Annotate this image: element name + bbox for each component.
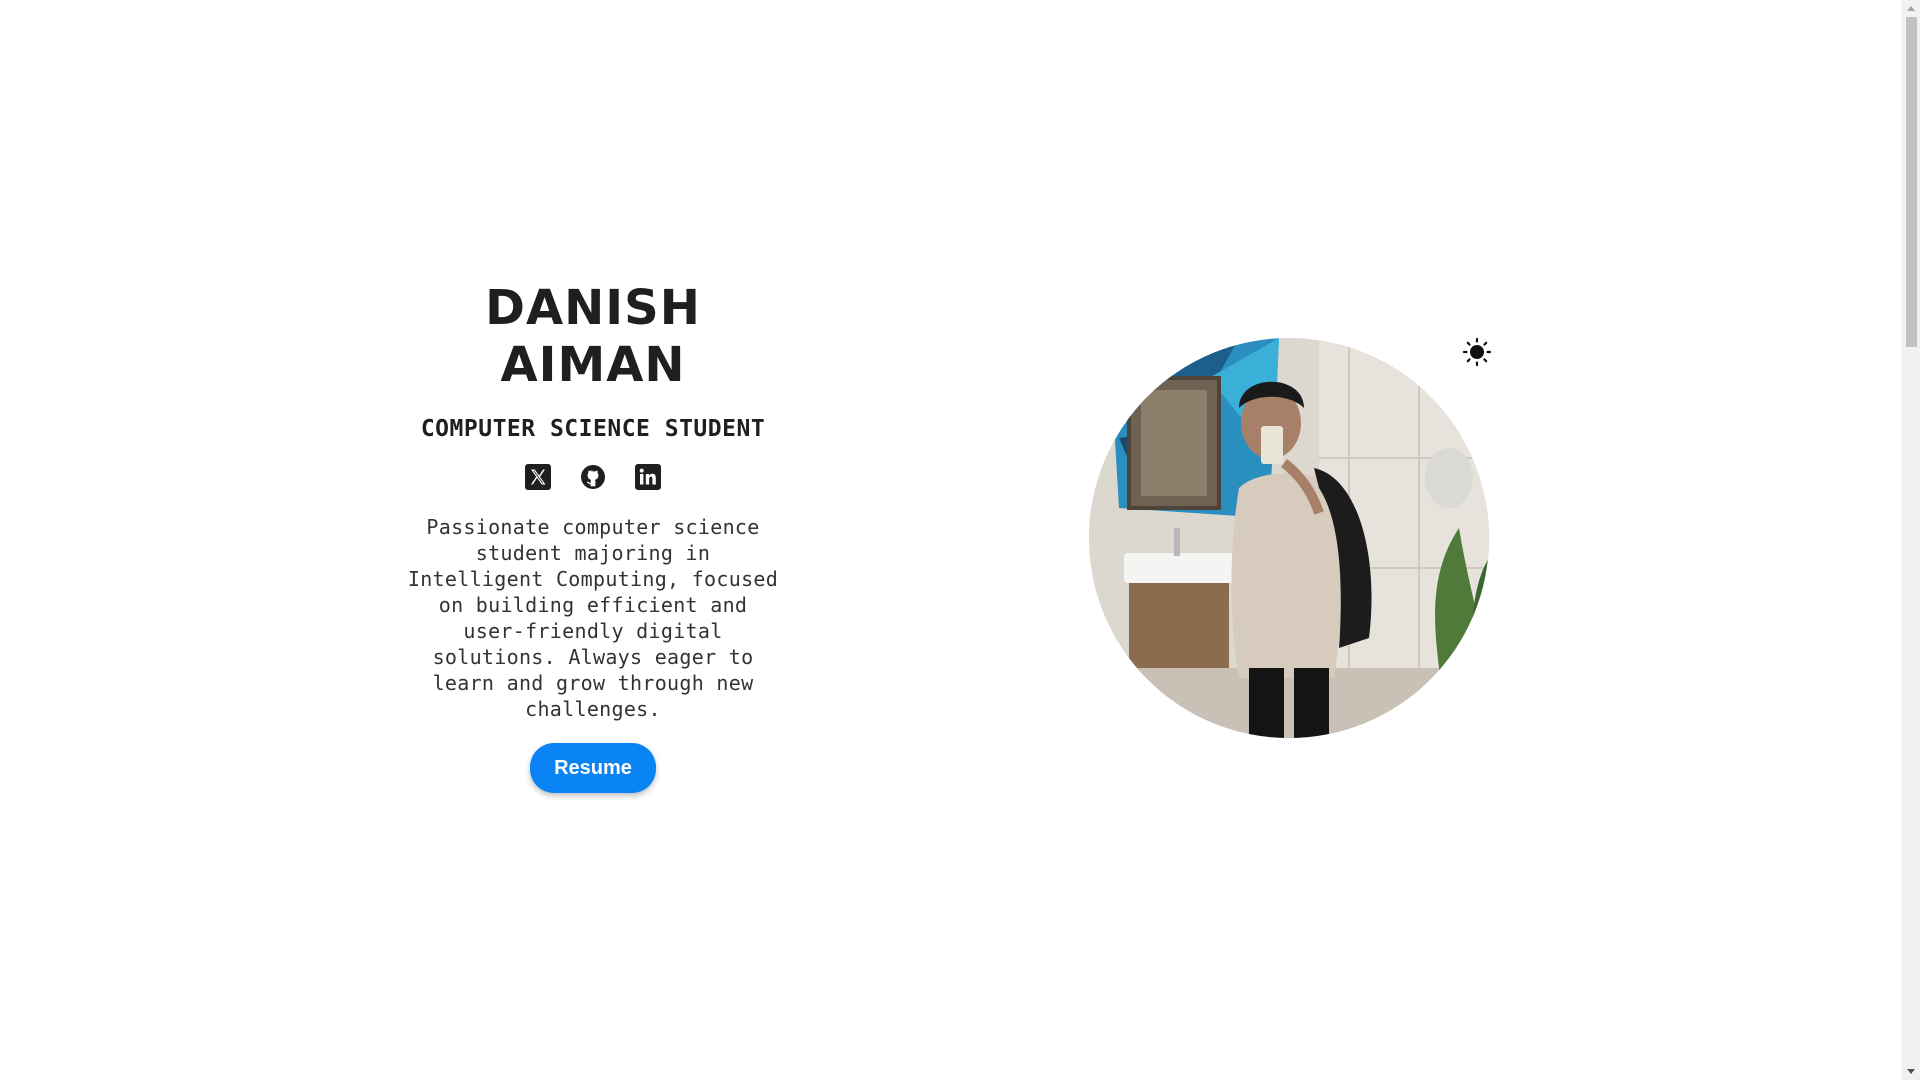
github-icon [580,464,606,490]
sun-icon [1462,337,1492,367]
resume-button[interactable]: Resume [530,743,656,793]
vertical-scrollbar[interactable] [1902,0,1920,1080]
scroll-up-icon[interactable] [1907,6,1915,11]
page: DANISH AIMAN COMPUTER SCIENCE STUDENT Pa… [0,0,1920,1080]
linkedin-link[interactable] [635,464,661,490]
x-twitter-link[interactable] [525,464,551,490]
scroll-thumb[interactable] [1906,17,1917,347]
theme-toggle-button[interactable] [1462,337,1492,367]
scroll-down-icon[interactable] [1907,1069,1915,1074]
linkedin-icon [635,464,661,490]
social-links [393,464,793,490]
role-subtitle: COMPUTER SCIENCE STUDENT [420,416,766,442]
x-twitter-icon [525,464,551,490]
name-first: DANISH [485,280,701,336]
page-title: DANISH AIMAN [393,280,793,394]
profile-photo [1089,338,1489,738]
github-link[interactable] [580,464,606,490]
bio-text: Passionate computer science student majo… [407,515,779,721]
name-last: AIMAN [500,337,686,393]
intro-section: DANISH AIMAN COMPUTER SCIENCE STUDENT Pa… [393,280,793,793]
